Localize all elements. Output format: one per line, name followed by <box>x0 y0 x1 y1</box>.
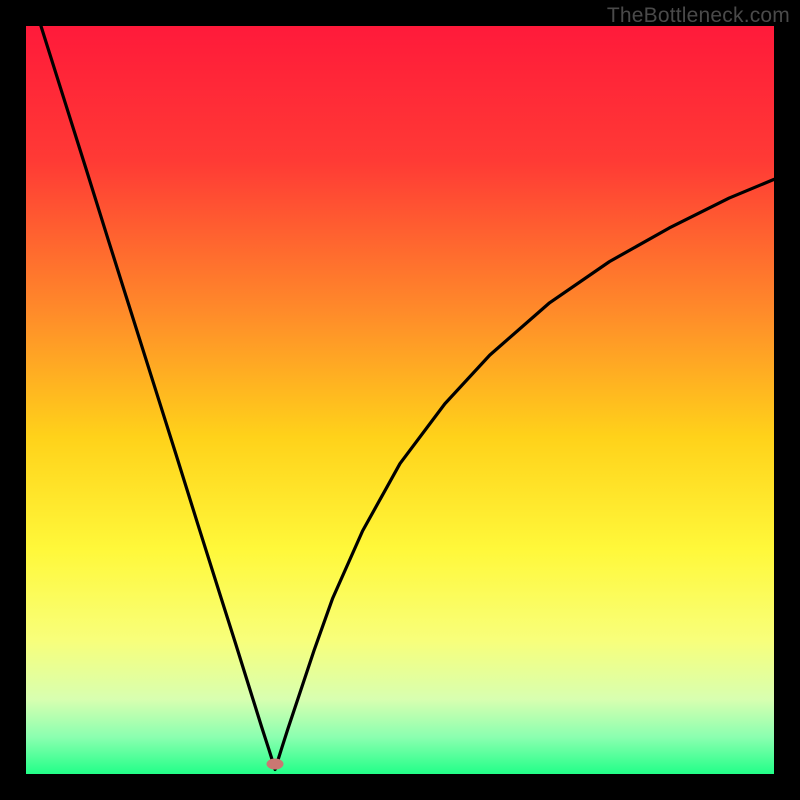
watermark-text: TheBottleneck.com <box>607 4 790 28</box>
chart-background <box>26 26 774 774</box>
chart-svg <box>26 26 774 774</box>
plot-area <box>26 26 774 774</box>
optimal-point-marker <box>267 758 284 769</box>
chart-frame: TheBottleneck.com <box>0 0 800 800</box>
